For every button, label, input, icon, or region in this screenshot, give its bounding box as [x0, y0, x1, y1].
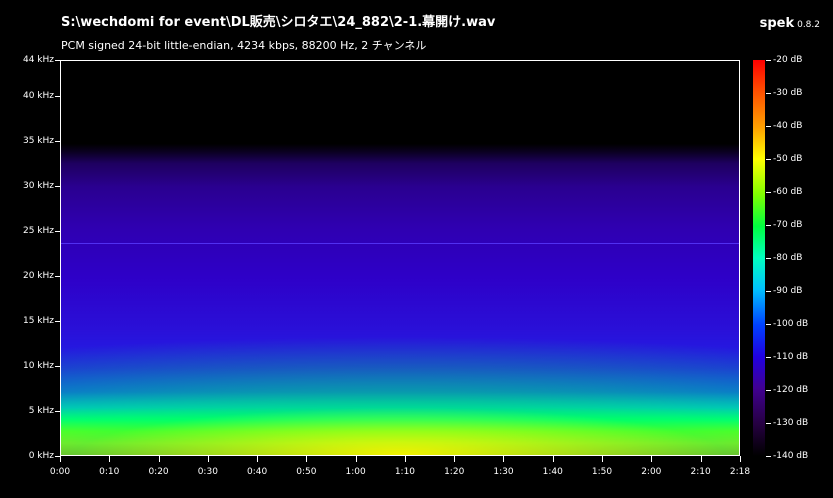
file-path-title: S:\wechdomi for event\DL販売\シロタエ\24_882\2…: [61, 15, 496, 30]
time-label: 2:18: [729, 467, 751, 477]
freq-label-30: 30 kHz: [22, 181, 54, 191]
time-tick: [60, 456, 61, 462]
freq-tick: [55, 276, 60, 277]
time-label: 0:10: [99, 467, 120, 477]
db-label: -100 dB: [773, 319, 809, 329]
db-label: -130 dB: [773, 418, 809, 428]
freq-tick: [55, 366, 60, 367]
freq-tick: [55, 231, 60, 232]
db-label: -110 dB: [773, 352, 809, 362]
db-tick: [766, 423, 771, 424]
db-tick: [766, 357, 771, 358]
db-label: -40 dB: [773, 121, 803, 131]
db-tick: [766, 456, 771, 457]
db-colorbar: [753, 60, 765, 456]
time-label: 1:20: [444, 467, 465, 477]
time-tick: [602, 456, 604, 462]
time-tick: [306, 456, 308, 462]
app-version: 0.8.2: [797, 20, 820, 30]
time-tick: [355, 456, 357, 462]
time-tick: [552, 456, 554, 462]
app-name: spek: [759, 16, 795, 31]
time-label: 0:50: [296, 467, 317, 477]
db-tick: [766, 159, 771, 160]
freq-label-5: 5 kHz: [28, 406, 54, 416]
db-label: -140 dB: [773, 451, 809, 461]
time-label: 2:00: [641, 467, 662, 477]
db-tick: [766, 390, 771, 391]
time-tick: [207, 456, 209, 462]
db-label: -60 dB: [773, 187, 803, 197]
freq-label-35: 35 kHz: [22, 136, 54, 146]
time-tick: [740, 456, 741, 462]
time-tick: [651, 456, 653, 462]
freq-tick: [55, 141, 60, 142]
time-tick: [257, 456, 259, 462]
time-label: 1:30: [493, 467, 514, 477]
time-label: 0:40: [246, 467, 268, 477]
freq-label-10: 10 kHz: [22, 361, 54, 371]
time-tick: [404, 456, 406, 462]
time-label: 0:00: [49, 467, 71, 477]
db-tick: [766, 291, 771, 292]
db-tick: [766, 324, 771, 325]
db-label: -90 dB: [773, 286, 803, 296]
audio-info: PCM signed 24-bit little-endian, 4234 kb…: [61, 39, 427, 52]
time-label: 2:10: [690, 467, 711, 477]
time-label: 1:40: [542, 467, 563, 477]
time-tick: [158, 456, 160, 462]
db-label: -120 dB: [773, 385, 809, 395]
db-tick: [766, 126, 771, 127]
freq-label-25: 25 kHz: [22, 226, 54, 236]
freq-tick: [55, 60, 60, 61]
time-tick: [503, 456, 505, 462]
freq-label-40: 40 kHz: [22, 91, 54, 101]
db-label: -20 dB: [773, 55, 803, 65]
db-tick: [766, 192, 771, 193]
db-label: -30 dB: [773, 88, 803, 98]
db-tick: [766, 258, 771, 259]
freq-label-44: 44 kHz: [22, 55, 54, 65]
time-tick: [109, 456, 111, 462]
time-label: 0:20: [148, 467, 169, 477]
db-label: -50 dB: [773, 154, 803, 164]
db-label: -80 dB: [773, 253, 803, 263]
freq-tick: [55, 321, 60, 322]
time-tick: [454, 456, 456, 462]
spectrogram-plot: [60, 60, 740, 456]
db-label: -70 dB: [773, 220, 803, 230]
time-label: 0:30: [197, 467, 218, 477]
time-label: 1:00: [345, 467, 366, 477]
freq-tick: [55, 411, 60, 412]
freq-label-20: 20 kHz: [22, 271, 54, 281]
db-tick: [766, 60, 771, 61]
db-tick: [766, 93, 771, 94]
freq-label-15: 15 kHz: [22, 316, 54, 326]
db-tick: [766, 225, 771, 226]
time-label: 1:50: [591, 467, 613, 477]
app-brand: spek 0.8.2: [760, 12, 820, 31]
time-label: 1:10: [394, 467, 416, 477]
freq-tick: [55, 96, 60, 97]
time-tick: [700, 456, 702, 462]
freq-label-0: 0 kHz: [28, 451, 54, 461]
freq-tick: [55, 186, 60, 187]
